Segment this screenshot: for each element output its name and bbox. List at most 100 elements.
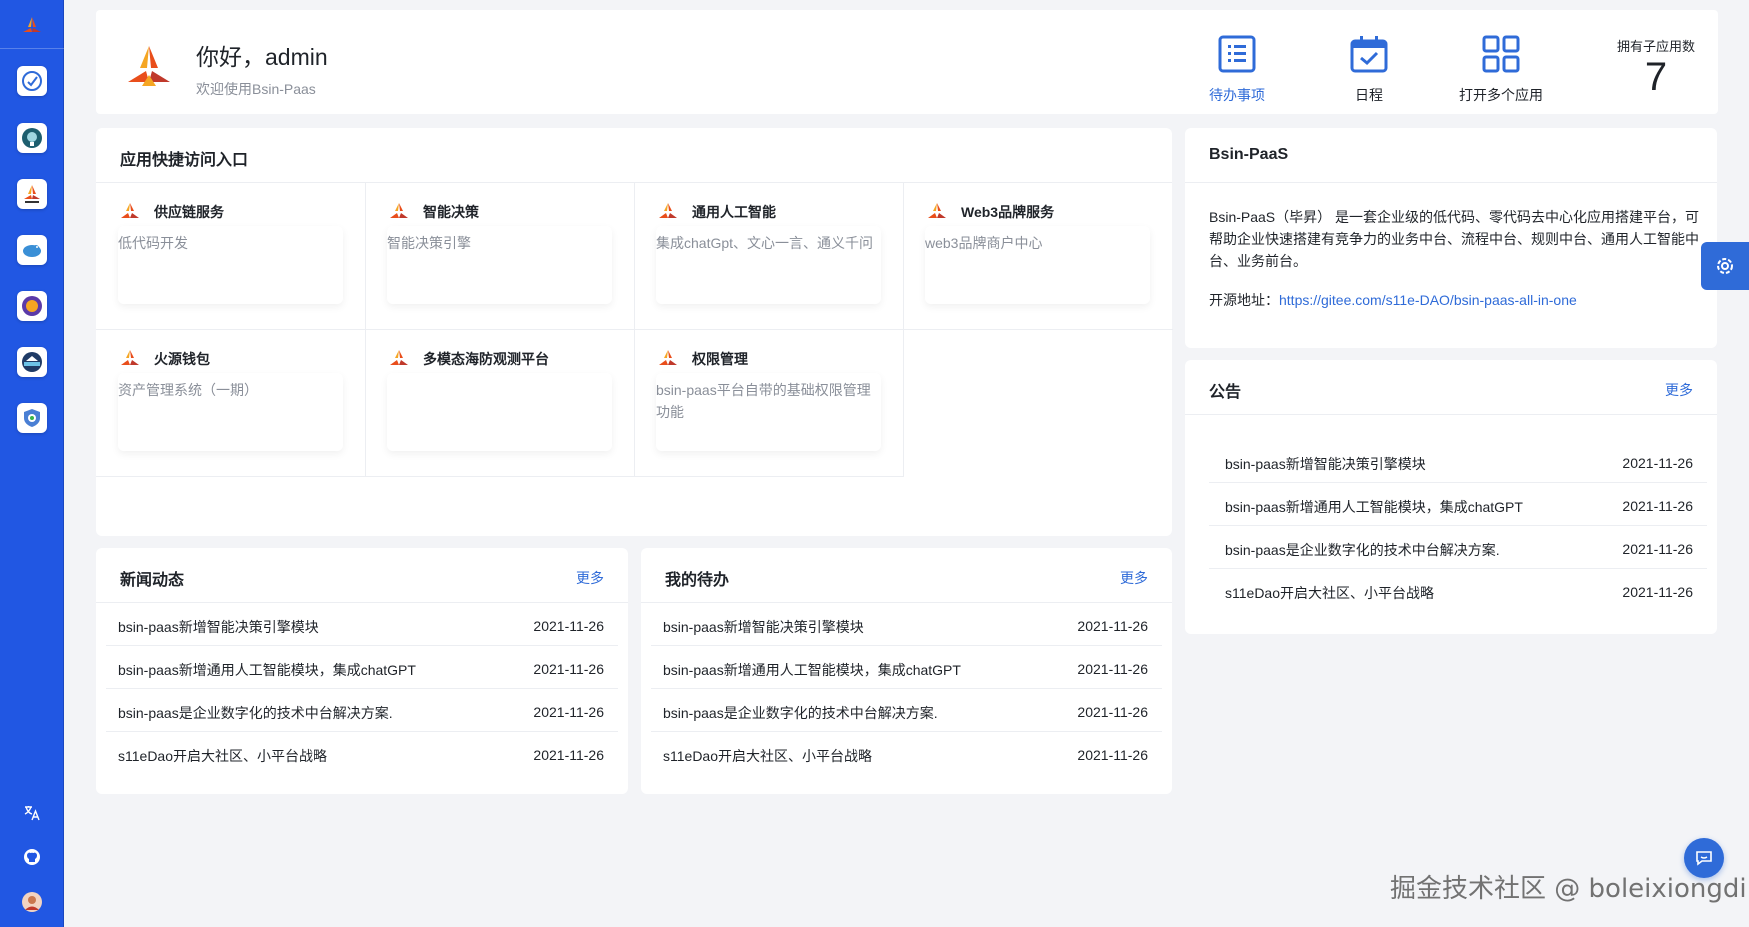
todo-row[interactable]: bsin-paas是企业数字化的技术中台解决方案. 2021-11-26 <box>651 689 1162 732</box>
todo-row-title[interactable]: s11eDao开启大社区、小平台战略 <box>663 746 872 766</box>
todo-row-date: 2021-11-26 <box>1077 747 1148 763</box>
bsin-logo-icon <box>928 203 946 218</box>
todo-row-date: 2021-11-26 <box>1077 704 1148 720</box>
github-icon[interactable] <box>20 845 44 869</box>
about-card: Bsin-PaaS Bsin-PaaS（毕昇） 是一套企业级的低代码、零代码去中… <box>1185 128 1717 348</box>
translate-icon[interactable] <box>20 801 44 825</box>
sidebar-app-wallet[interactable] <box>17 291 47 321</box>
news-row-title[interactable]: bsin-paas新增智能决策引擎模块 <box>118 617 319 637</box>
news-row[interactable]: s11eDao开启大社区、小平台战略 2021-11-26 <box>106 732 618 775</box>
quick-item-general-ai[interactable]: 通用人工智能 集成chatGpt、文心一言、通义千问 <box>634 182 904 330</box>
news-row[interactable]: bsin-paas新增智能决策引擎模块 2021-11-26 <box>106 603 618 646</box>
welcome-subtitle: 欢迎使用Bsin-Paas <box>196 81 316 97</box>
notice-row[interactable]: bsin-paas是企业数字化的技术中台解决方案. 2021-11-26 <box>1209 526 1707 569</box>
news-row-title[interactable]: bsin-paas是企业数字化的技术中台解决方案. <box>118 703 393 723</box>
news-row[interactable]: bsin-paas新增通用人工智能模块，集成chatGPT 2021-11-26 <box>106 646 618 689</box>
bsin-logo-icon <box>659 350 677 365</box>
news-row-title[interactable]: bsin-paas新增通用人工智能模块，集成chatGPT <box>118 660 416 680</box>
gear-icon <box>1717 258 1733 274</box>
calendar-action-label: 日程 <box>1355 87 1383 103</box>
bsin-logo-icon <box>121 350 139 365</box>
quick-item-wallet[interactable]: 火源钱包 资产管理系统（一期） <box>96 329 366 477</box>
greeting-text: 你好，admin <box>196 44 328 70</box>
notice-row-date: 2021-11-26 <box>1622 541 1693 557</box>
notice-row-title[interactable]: bsin-paas新增智能决策引擎模块 <box>1225 454 1426 474</box>
source-url-link[interactable]: https://gitee.com/s11e-DAO/bsin-paas-all… <box>1279 292 1577 308</box>
todo-row[interactable]: s11eDao开启大社区、小平台战略 2021-11-26 <box>651 732 1162 775</box>
bird-app-icon <box>23 245 41 257</box>
bsin-logo-icon <box>659 203 677 218</box>
notice-row[interactable]: bsin-paas新增智能决策引擎模块 2021-11-26 <box>1209 440 1707 483</box>
sidebar <box>0 0 64 927</box>
user-avatar[interactable] <box>20 890 44 914</box>
bsin-logo-icon <box>390 203 408 218</box>
source-label: 开源地址： <box>1209 292 1279 308</box>
quick-access-title: 应用快捷访问入口 <box>120 152 249 169</box>
news-more-link[interactable]: 更多 <box>576 568 604 588</box>
notice-row-date: 2021-11-26 <box>1622 498 1693 514</box>
quick-item-web3-brand[interactable]: Web3品牌服务 web3品牌商户中心 <box>903 182 1173 330</box>
bsin-logo-icon[interactable] <box>20 14 44 38</box>
todo-action[interactable]: 待办事项 <box>1182 34 1292 105</box>
sidebar-app-decision[interactable] <box>17 66 47 96</box>
sidebar-divider <box>0 48 64 49</box>
todo-row[interactable]: bsin-paas新增智能决策引擎模块 2021-11-26 <box>651 603 1162 646</box>
about-description: Bsin-PaaS（毕昇） 是一套企业级的低代码、零代码去中心化应用搭建平台，可… <box>1209 209 1700 269</box>
quick-item-desc: web3品牌商户中心 <box>925 235 1043 251</box>
quick-item-name: 通用人工智能 <box>692 204 776 220</box>
calendar-icon <box>1350 36 1388 73</box>
todo-more-link[interactable]: 更多 <box>1120 568 1148 588</box>
news-row-title[interactable]: s11eDao开启大社区、小平台战略 <box>118 746 327 766</box>
notice-row-title[interactable]: s11eDao开启大社区、小平台战略 <box>1225 583 1434 603</box>
news-row[interactable]: bsin-paas是企业数字化的技术中台解决方案. 2021-11-26 <box>106 689 618 732</box>
multi-app-action[interactable]: 打开多个应用 <box>1446 34 1556 105</box>
grid-apps-icon <box>1482 35 1520 73</box>
todo-row-date: 2021-11-26 <box>1077 618 1148 634</box>
ai-brain-app-icon <box>22 128 42 148</box>
news-card: 新闻动态 更多 bsin-paas新增智能决策引擎模块 2021-11-26 b… <box>96 548 628 794</box>
quick-item-supply-chain[interactable]: 供应链服务 低代码开发 <box>96 182 366 330</box>
notice-row-title[interactable]: bsin-paas是企业数字化的技术中台解决方案. <box>1225 540 1500 560</box>
sidebar-app-shield[interactable] <box>17 403 47 433</box>
news-title: 新闻动态 <box>120 572 185 589</box>
quick-item-name: 多模态海防观测平台 <box>423 351 549 367</box>
card-divider <box>1185 414 1717 415</box>
decision-app-icon <box>22 71 42 91</box>
notice-row[interactable]: s11eDao开启大社区、小平台战略 2021-11-26 <box>1209 569 1707 612</box>
notice-row-title[interactable]: bsin-paas新增通用人工智能模块，集成chatGPT <box>1225 497 1523 517</box>
notice-more-link[interactable]: 更多 <box>1665 380 1693 400</box>
quick-item-desc: 集成chatGpt、文心一言、通义千问 <box>656 235 874 251</box>
quick-item-name: 智能决策 <box>423 204 479 220</box>
paascloud-app-icon <box>24 185 40 203</box>
quick-item-name: 权限管理 <box>692 351 748 367</box>
chat-bubble-icon <box>1696 851 1712 866</box>
todo-row-date: 2021-11-26 <box>1077 661 1148 677</box>
todo-row[interactable]: bsin-paas新增通用人工智能模块，集成chatGPT 2021-11-26 <box>651 646 1162 689</box>
todo-row-title[interactable]: bsin-paas新增智能决策引擎模块 <box>663 617 864 637</box>
sidebar-app-ocean[interactable] <box>17 347 47 377</box>
multi-app-action-label: 打开多个应用 <box>1459 87 1543 103</box>
todo-card: 我的待办 更多 bsin-paas新增智能决策引擎模块 2021-11-26 b… <box>641 548 1172 794</box>
calendar-action[interactable]: 日程 <box>1314 34 1424 105</box>
sidebar-app-bird[interactable] <box>17 235 47 265</box>
todo-row-title[interactable]: bsin-paas是企业数字化的技术中台解决方案. <box>663 703 938 723</box>
sub-app-count-value: 7 <box>1644 55 1668 99</box>
todo-action-label: 待办事项 <box>1209 87 1265 103</box>
news-row-date: 2021-11-26 <box>533 618 604 634</box>
sidebar-app-paascloud[interactable] <box>17 179 47 209</box>
settings-drawer-button[interactable] <box>1701 242 1749 290</box>
todo-title: 我的待办 <box>665 572 730 589</box>
notice-row[interactable]: bsin-paas新增通用人工智能模块，集成chatGPT 2021-11-26 <box>1209 483 1707 526</box>
watermark-text: 掘金技术社区 @ boleixiongdi <box>1390 874 1747 904</box>
quick-item-ocean-observe[interactable]: 多模态海防观测平台 <box>365 329 635 477</box>
wallet-orb-app-icon <box>22 296 42 316</box>
quick-item-decision[interactable]: 智能决策 智能决策引擎 <box>365 182 635 330</box>
sidebar-app-ai[interactable] <box>17 123 47 153</box>
quick-item-permissions[interactable]: 权限管理 bsin-paas平台自带的基础权限管理功能 <box>634 329 904 477</box>
notice-card: 公告 更多 bsin-paas新增智能决策引擎模块 2021-11-26 bsi… <box>1185 360 1717 634</box>
todo-row-title[interactable]: bsin-paas新增通用人工智能模块，集成chatGPT <box>663 660 961 680</box>
news-row-date: 2021-11-26 <box>533 747 604 763</box>
bsin-logo-icon <box>121 203 139 218</box>
sub-app-count: 拥有子应用数 7 <box>1586 36 1726 97</box>
shield-app-icon <box>24 409 40 427</box>
